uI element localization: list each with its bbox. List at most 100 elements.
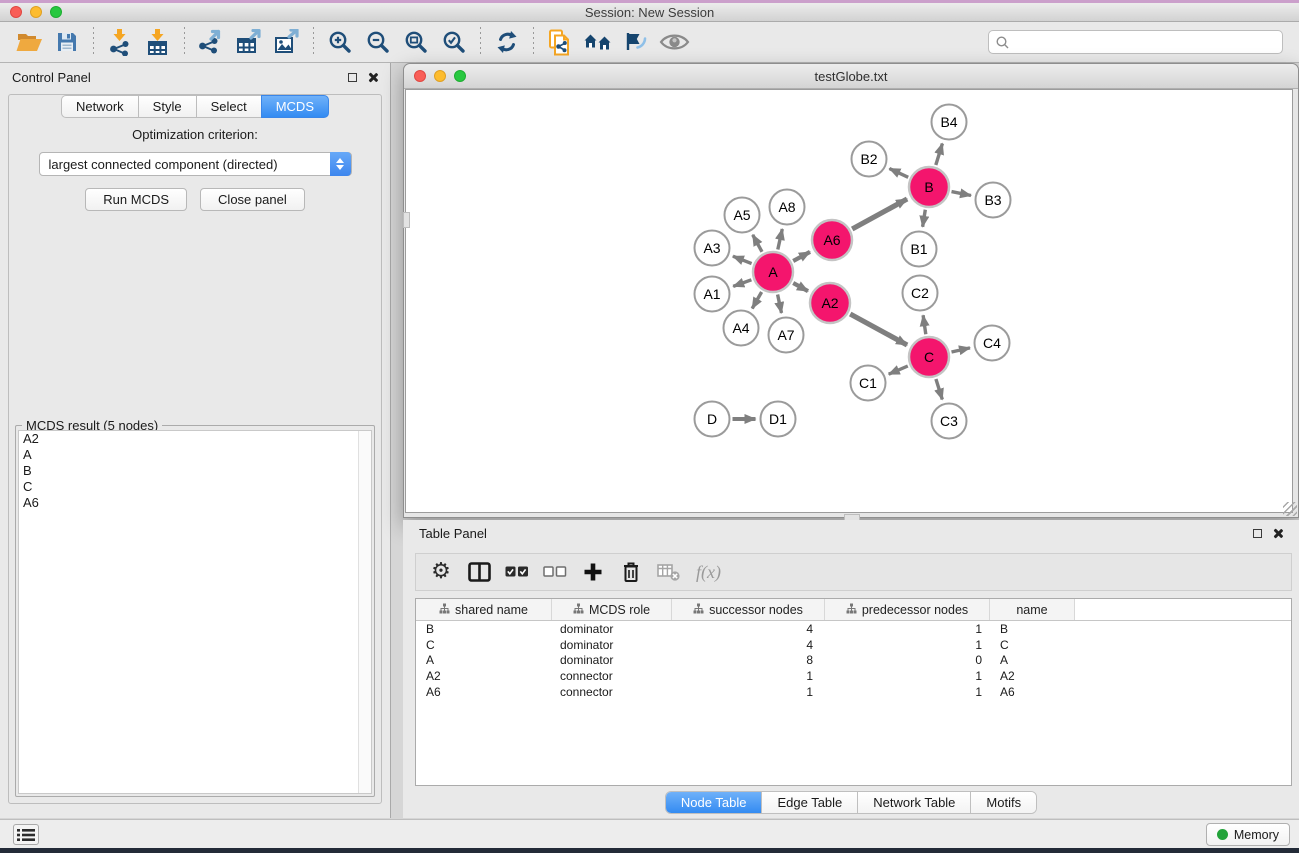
network-from-clipboard-button[interactable] <box>541 24 579 60</box>
zoom-fit-button[interactable] <box>397 24 435 60</box>
table-cell[interactable]: 1 <box>672 684 825 700</box>
table-cell[interactable]: A <box>416 653 552 669</box>
column-header-name[interactable]: name <box>990 599 1075 620</box>
tab-network[interactable]: Network <box>61 95 138 118</box>
graph-node-A[interactable]: A <box>753 252 793 292</box>
table-cell[interactable]: connector <box>552 684 672 700</box>
zoom-in-button[interactable] <box>321 24 359 60</box>
show-columns-button[interactable] <box>462 556 496 588</box>
graph-edge-A-A6[interactable] <box>793 252 810 261</box>
tab-select[interactable]: Select <box>196 95 261 118</box>
column-header-shared-name[interactable]: shared name <box>416 599 552 620</box>
search-box[interactable] <box>988 30 1283 54</box>
network-canvas[interactable]: B4B2BB3A8A5A6B1A3AC2A1A2A4A7C4CC1DD1C3 <box>405 89 1293 513</box>
table-settings-button[interactable]: ⚙ <box>424 556 458 588</box>
table-cell[interactable]: 8 <box>672 653 825 669</box>
graph-node-C1[interactable]: C1 <box>851 366 886 401</box>
table-cell[interactable]: A6 <box>416 684 552 700</box>
table-cell[interactable]: dominator <box>552 653 672 669</box>
table-cell[interactable]: B <box>416 621 552 637</box>
delete-table-button[interactable] <box>652 556 686 588</box>
graph-edge-A-A3[interactable] <box>733 256 752 263</box>
graph-node-D1[interactable]: D1 <box>761 402 796 437</box>
graph-edge-A-A4[interactable] <box>752 292 761 309</box>
graph-node-D[interactable]: D <box>695 402 730 437</box>
close-panel-icon[interactable] <box>367 72 378 83</box>
mcds-result-item[interactable]: A2 <box>19 431 371 447</box>
toggle-graphics-details-button[interactable] <box>617 24 655 60</box>
table-cell[interactable]: 4 <box>672 621 825 637</box>
tab-motifs[interactable]: Motifs <box>971 792 1036 813</box>
graph-node-A4[interactable]: A4 <box>724 311 759 346</box>
table-row[interactable]: Bdominator41B <box>416 621 1291 637</box>
tab-node-table[interactable]: Node Table <box>666 792 763 813</box>
graph-node-A7[interactable]: A7 <box>769 318 804 353</box>
birdseye-toggle-handle[interactable] <box>403 212 410 228</box>
graph-edge-A-A2[interactable] <box>793 283 808 291</box>
show-hide-button[interactable] <box>655 24 693 60</box>
tab-mcds[interactable]: MCDS <box>261 95 329 118</box>
graph-node-A3[interactable]: A3 <box>695 231 730 266</box>
criterion-select[interactable]: largest connected component (directed) <box>39 152 352 176</box>
mcds-result-item[interactable]: A <box>19 447 371 463</box>
graph-node-C3[interactable]: C3 <box>932 404 967 439</box>
network-window-titlebar[interactable]: testGlobe.txt <box>404 64 1298 89</box>
column-header-predecessor-nodes[interactable]: predecessor nodes <box>825 599 990 620</box>
table-row[interactable]: Adominator80A <box>416 653 1291 669</box>
table-row[interactable]: A6connector11A6 <box>416 684 1291 700</box>
graph-edge-A-A7[interactable] <box>778 295 782 314</box>
graph-node-A5[interactable]: A5 <box>725 198 760 233</box>
float-table-panel-icon[interactable] <box>1253 529 1262 538</box>
table-cell[interactable]: 1 <box>672 668 825 684</box>
graph-node-C2[interactable]: C2 <box>903 276 938 311</box>
table-cell[interactable]: 1 <box>825 621 990 637</box>
close-table-panel-icon[interactable] <box>1272 528 1283 539</box>
graph-node-A6[interactable]: A6 <box>812 220 852 260</box>
column-header-mcds-role[interactable]: MCDS role <box>552 599 672 620</box>
tab-style[interactable]: Style <box>138 95 196 118</box>
result-scrollbar[interactable] <box>358 431 371 793</box>
graph-node-B2[interactable]: B2 <box>852 142 887 177</box>
graph-edge-C-C2[interactable] <box>923 315 926 334</box>
float-panel-icon[interactable] <box>348 73 357 82</box>
graph-node-B4[interactable]: B4 <box>932 105 967 140</box>
graph-edge-A-A8[interactable] <box>778 229 783 250</box>
import-network-button[interactable] <box>101 24 139 60</box>
mcds-result-item[interactable]: C <box>19 479 371 495</box>
table-cell[interactable]: dominator <box>552 621 672 637</box>
refresh-button[interactable] <box>488 24 526 60</box>
table-cell[interactable]: A2 <box>416 668 552 684</box>
graph-edge-A6-B[interactable] <box>852 199 907 229</box>
graph-edge-C-C3[interactable] <box>936 379 942 400</box>
graph-node-C4[interactable]: C4 <box>975 326 1010 361</box>
table-cell[interactable]: 1 <box>825 668 990 684</box>
table-cell[interactable]: A2 <box>990 668 1075 684</box>
table-cell[interactable]: A <box>990 653 1075 669</box>
table-cell[interactable]: connector <box>552 668 672 684</box>
graph-edge-A-A1[interactable] <box>733 280 751 287</box>
graph-edge-A2-C[interactable] <box>850 314 907 345</box>
graph-node-B1[interactable]: B1 <box>902 232 937 267</box>
table-cell[interactable]: B <box>990 621 1075 637</box>
graph-edge-B-B3[interactable] <box>952 192 972 196</box>
zoom-selected-button[interactable] <box>435 24 473 60</box>
export-image-button[interactable] <box>268 24 306 60</box>
resize-grip-icon[interactable] <box>1283 502 1297 516</box>
table-cell[interactable]: C <box>990 637 1075 653</box>
graph-node-B[interactable]: B <box>909 167 949 207</box>
graph-edge-B-B4[interactable] <box>936 144 943 166</box>
graph-node-A2[interactable]: A2 <box>810 283 850 323</box>
run-mcds-button[interactable]: Run MCDS <box>85 188 187 211</box>
table-cell[interactable]: 4 <box>672 637 825 653</box>
search-input[interactable] <box>1014 35 1275 50</box>
home-networks-button[interactable] <box>579 24 617 60</box>
table-cell[interactable]: 1 <box>825 637 990 653</box>
tab-edge-table[interactable]: Edge Table <box>762 792 858 813</box>
mcds-result-item[interactable]: B <box>19 463 371 479</box>
delete-columns-button[interactable] <box>614 556 648 588</box>
table-cell[interactable]: 0 <box>825 653 990 669</box>
graph-edge-B-B1[interactable] <box>923 210 926 227</box>
table-cell[interactable]: C <box>416 637 552 653</box>
deselect-all-button[interactable] <box>538 556 572 588</box>
create-column-button[interactable] <box>576 556 610 588</box>
